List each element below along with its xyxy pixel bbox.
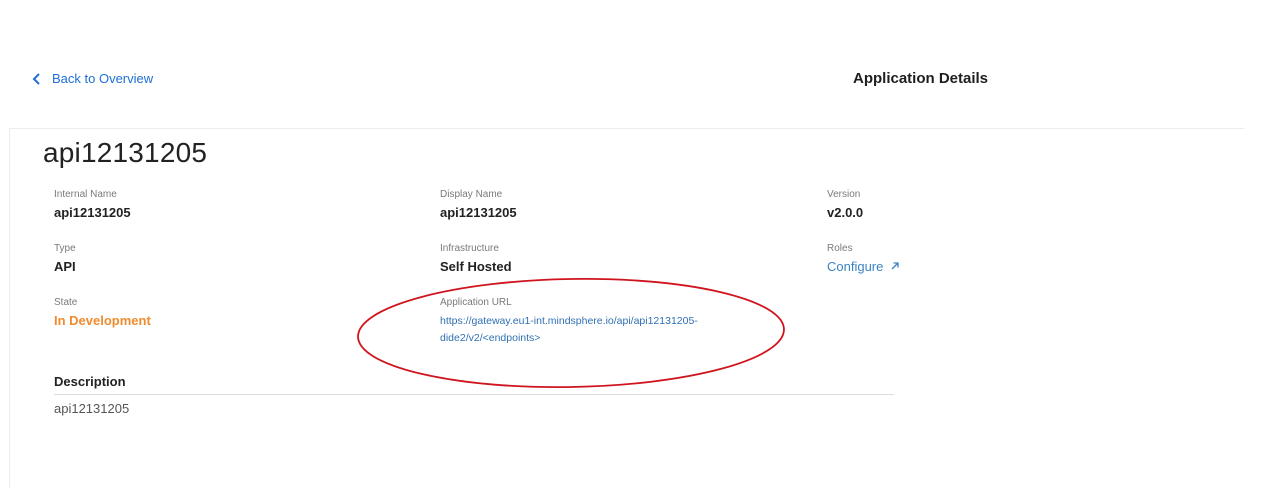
display-name-value: api12131205 [440,205,517,220]
description-value: api12131205 [54,401,130,416]
type-field: Type API [54,243,76,274]
state-value: In Development [54,313,151,328]
version-label: Version [827,189,861,200]
page-heading: Application Details [853,70,989,87]
version-field: Version v2.0.0 [827,189,863,220]
chevron-left-icon [32,72,40,85]
internal-name-field: Internal Name api12131205 [54,189,131,220]
page: Back to Overview Application Details api… [0,0,1262,488]
version-value: v2.0.0 [827,205,864,220]
back-to-overview-link[interactable]: Back to Overview [32,71,153,86]
application-url-label: Application URL [440,297,512,308]
application-url-field: Application URL https://gateway.eu1-int.… [440,297,750,347]
application-url-line-1: https://gateway.eu1-int.mindsphere.io/ap… [440,315,698,327]
description-label: Description [54,374,126,389]
top-bar: Back to Overview Application Details [0,0,1262,128]
state-label: State [54,297,78,308]
infrastructure-field: Infrastructure Self Hosted [440,243,512,274]
roles-label: Roles [827,243,853,254]
display-name-field: Display Name api12131205 [440,189,517,220]
internal-name-value: api12131205 [54,205,131,220]
application-url-line-2: dide2/v2/<endpoints> [440,332,541,344]
type-value: API [54,259,76,274]
internal-name-label: Internal Name [54,189,117,200]
display-name-label: Display Name [440,189,503,200]
infrastructure-value: Self Hosted [440,259,512,274]
configure-roles-label: Configure [827,259,884,274]
application-url-link[interactable]: https://gateway.eu1-int.mindsphere.io/ap… [440,313,750,347]
roles-field: Roles Configure [827,243,900,274]
back-to-overview-label: Back to Overview [52,71,154,86]
app-title: api12131205 [43,137,208,168]
type-label: Type [54,243,76,254]
state-field: State In Development [54,297,151,328]
configure-roles-link[interactable]: Configure [827,259,900,274]
infrastructure-label: Infrastructure [440,243,499,254]
external-link-icon [891,262,899,270]
description-divider [54,394,894,395]
